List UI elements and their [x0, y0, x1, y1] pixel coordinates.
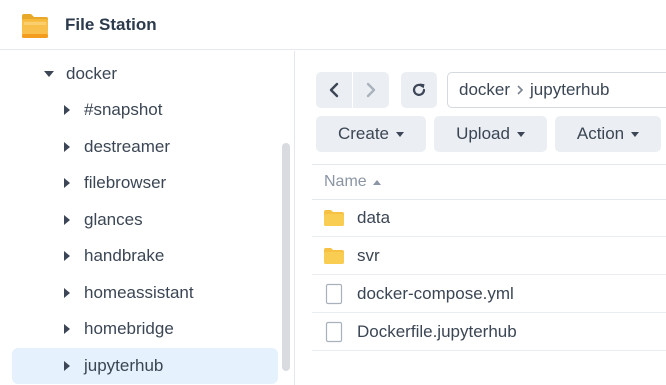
document-icon — [323, 283, 345, 305]
file-name: data — [357, 208, 391, 227]
dropdown-caret-icon — [631, 131, 640, 137]
tree-item-label: jupyterhub — [84, 356, 164, 375]
sidebar-scrollbar[interactable] — [282, 143, 290, 371]
folder-icon — [323, 207, 345, 229]
folder-app-icon — [20, 10, 50, 40]
tree-item-label: handbrake — [84, 246, 165, 265]
tree-item-label: homebridge — [84, 319, 174, 338]
upload-button[interactable]: Upload — [434, 116, 547, 152]
tree-item-docker[interactable]: docker — [12, 56, 278, 92]
create-button-label: Create — [337, 124, 390, 143]
breadcrumb-segment[interactable]: jupyterhub — [530, 80, 609, 100]
collapse-caret-icon[interactable] — [64, 105, 70, 115]
tree-item-label: homeassistant — [84, 283, 194, 302]
column-header-label: Name — [324, 173, 367, 190]
document-icon — [323, 321, 345, 343]
file-name: docker-compose.yml — [357, 284, 514, 303]
tree-item-label: filebrowser — [84, 173, 167, 192]
action-button-label: Action — [576, 124, 625, 143]
forward-button[interactable] — [353, 72, 389, 108]
refresh-button[interactable] — [401, 72, 437, 108]
file-row-dockerfile[interactable]: Dockerfile.jupyterhub — [312, 314, 666, 351]
breadcrumb-segment[interactable]: docker — [459, 80, 510, 100]
collapse-caret-icon[interactable] — [64, 215, 70, 225]
collapse-caret-icon[interactable] — [64, 251, 70, 261]
chevron-right-icon — [366, 82, 376, 98]
action-button[interactable]: Action — [555, 116, 661, 152]
tree-item-snapshot[interactable]: #snapshot — [12, 92, 278, 128]
tree-item-filebrowser[interactable]: filebrowser — [12, 165, 278, 201]
refresh-icon — [412, 83, 426, 96]
tree-item-glances[interactable]: glances — [12, 202, 278, 238]
tree-item-label: #snapshot — [84, 100, 163, 119]
back-button[interactable] — [316, 72, 352, 108]
name-column-header[interactable]: Name — [312, 164, 666, 200]
upload-button-label: Upload — [456, 124, 510, 143]
expand-caret-icon[interactable] — [44, 71, 54, 77]
folder-tree-sidebar: docker #snapshot destreamer filebrowser … — [0, 51, 295, 385]
path-breadcrumb[interactable]: docker jupyterhub — [447, 72, 666, 108]
chevron-left-icon — [329, 82, 339, 98]
tree-item-homeassistant[interactable]: homeassistant — [12, 275, 278, 311]
file-row-svr[interactable]: svr — [312, 238, 666, 275]
breadcrumb-separator-icon — [516, 84, 524, 96]
title-bar: File Station — [0, 0, 666, 50]
collapse-caret-icon[interactable] — [64, 361, 70, 371]
dropdown-caret-icon — [396, 131, 405, 137]
tree-item-label: docker — [66, 64, 118, 83]
tree-item-homebridge[interactable]: homebridge — [12, 311, 278, 347]
file-pane: docker jupyterhub Create Upload Action N… — [296, 51, 666, 385]
folder-icon — [323, 245, 345, 267]
collapse-caret-icon[interactable] — [64, 288, 70, 298]
file-name: Dockerfile.jupyterhub — [357, 322, 517, 341]
create-button[interactable]: Create — [316, 116, 426, 152]
tree-item-handbrake[interactable]: handbrake — [12, 238, 278, 274]
dropdown-caret-icon — [516, 131, 525, 137]
tree-item-label: destreamer — [84, 137, 170, 156]
sort-ascending-icon — [372, 179, 381, 185]
tree-item-jupyterhub[interactable]: jupyterhub — [12, 348, 278, 384]
collapse-caret-icon[interactable] — [64, 142, 70, 152]
file-row-data[interactable]: data — [312, 200, 666, 237]
file-name: svr — [357, 246, 380, 265]
tree-item-destreamer[interactable]: destreamer — [12, 129, 278, 165]
collapse-caret-icon[interactable] — [64, 178, 70, 188]
tree-item-label: glances — [84, 210, 143, 229]
collapse-caret-icon[interactable] — [64, 324, 70, 334]
app-title: File Station — [65, 15, 157, 34]
file-row-docker-compose[interactable]: docker-compose.yml — [312, 276, 666, 313]
